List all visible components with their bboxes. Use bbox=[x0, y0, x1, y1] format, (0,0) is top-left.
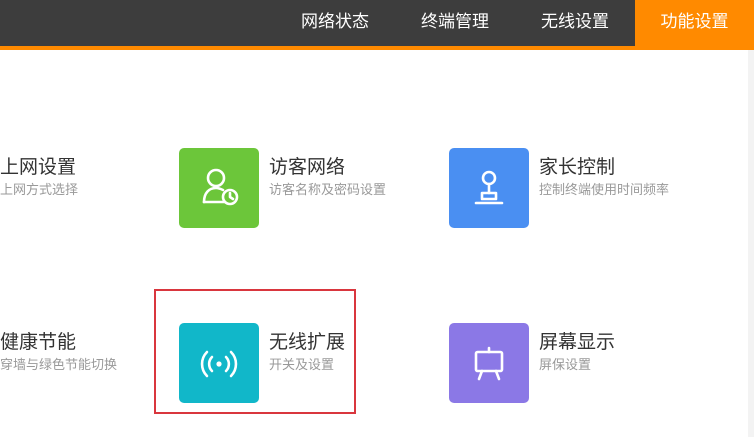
feature-title-guest-network[interactable]: 访客网络 bbox=[269, 152, 345, 179]
feature-desc-screen-display: 屏保设置 bbox=[539, 358, 592, 373]
joystick-icon bbox=[474, 170, 504, 205]
guest-network-tile[interactable] bbox=[179, 148, 259, 228]
nav-accent-line bbox=[0, 46, 754, 50]
screen-display-tile[interactable] bbox=[449, 323, 529, 403]
feature-title-screen-display[interactable]: 屏幕显示 bbox=[539, 327, 615, 354]
tab-terminal-management[interactable]: 终端管理 bbox=[404, 0, 506, 46]
tab-network-status[interactable]: 网络状态 bbox=[286, 0, 384, 46]
parental-control-tile[interactable] bbox=[449, 148, 529, 228]
tab-wireless-settings[interactable]: 无线设置 bbox=[525, 0, 625, 46]
feature-title-parental-control[interactable]: 家长控制 bbox=[539, 152, 615, 179]
feature-title-health-power-saving[interactable]: 健康节能 bbox=[0, 327, 76, 354]
feature-desc-guest-network: 访客名称及密码设置 bbox=[269, 183, 387, 198]
feature-desc-health-power-saving: 穿墙与绿色节能切换 bbox=[0, 358, 118, 373]
screen-easel-icon bbox=[474, 346, 504, 381]
feature-desc-parental-control: 控制终端使用时间频率 bbox=[539, 183, 670, 198]
guest-user-clock-icon bbox=[202, 168, 239, 206]
feature-desc-internet-settings: 上网方式选择 bbox=[0, 183, 79, 198]
highlight-box bbox=[154, 289, 356, 414]
scrollbar-track bbox=[748, 50, 754, 437]
feature-title-internet-settings[interactable]: 上网设置 bbox=[0, 152, 76, 179]
tab-function-settings[interactable]: 功能设置 bbox=[635, 0, 754, 46]
